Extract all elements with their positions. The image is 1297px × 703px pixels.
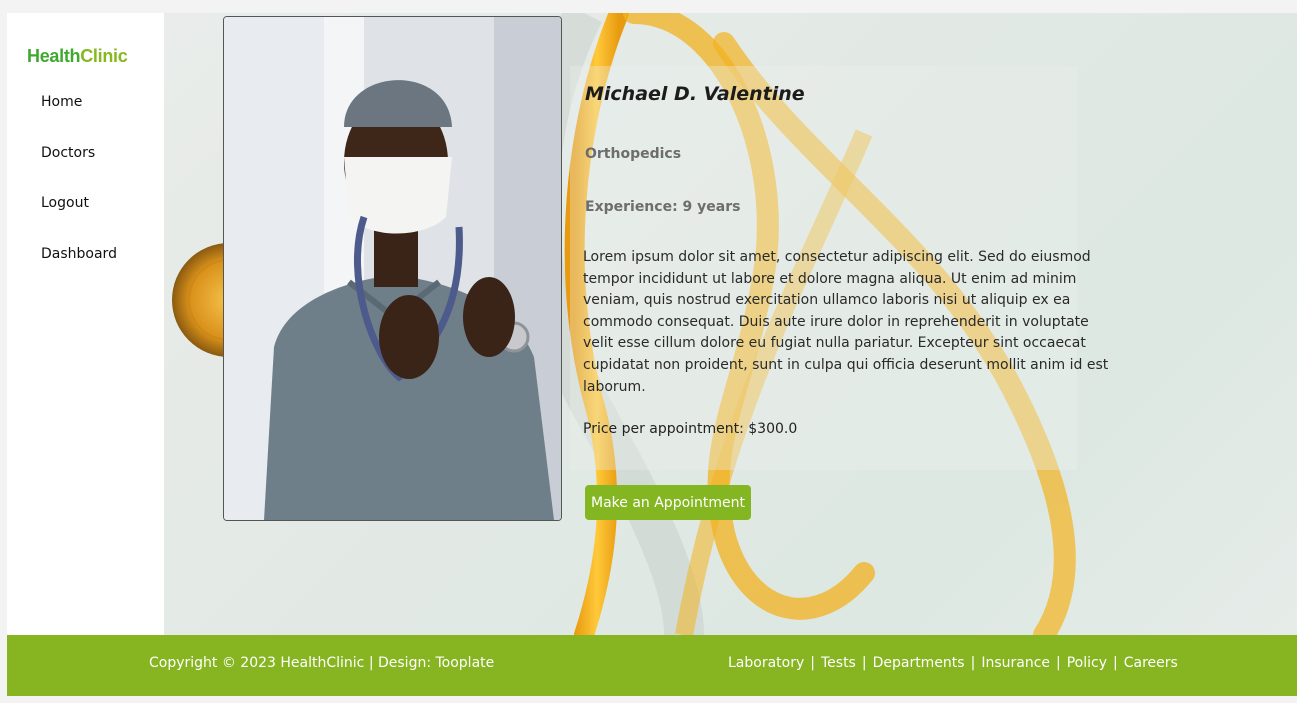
brand-logo[interactable]: HealthClinic [27,46,128,67]
sidebar: HealthClinic Home Doctors Logout Dashboa… [7,13,164,635]
doctor-description: Lorem ipsum dolor sit amet, consectetur … [583,249,1109,395]
doctor-name: Michael D. Valentine [585,83,805,105]
doctor-photo [223,16,562,521]
nav-logout[interactable]: Logout [41,194,117,245]
brand-part-clinic: Clinic [80,46,128,66]
nav-doctors[interactable]: Doctors [41,144,117,195]
page-frame: HealthClinic Home Doctors Logout Dashboa… [7,13,1297,696]
footer-link-laboratory[interactable]: Laboratory [728,655,804,671]
footer-link-insurance[interactable]: Insurance [981,655,1050,671]
nav-dashboard[interactable]: Dashboard [41,245,117,296]
appointment-price: Price per appointment: $300.0 [583,421,798,437]
footer-links: Laboratory | Tests | Departments | Insurance | P… [728,655,1178,671]
footer-link-careers[interactable]: Careers [1124,655,1178,671]
footer-link-departments[interactable]: Departments [873,655,965,671]
footer: Copyright © 2023 HealthClinic | Design: … [7,635,1297,696]
footer-link-policy[interactable]: Policy [1067,655,1107,671]
footer-copyright: Copyright © 2023 HealthClinic | Design: … [149,655,495,671]
doctor-experience: Experience: 9 years [585,199,741,215]
doctor-specialty: Orthopedics [585,146,682,162]
main-nav: Home Doctors Logout Dashboard [41,93,117,296]
brand-part-health: Health [27,46,81,66]
make-appointment-button[interactable]: Make an Appointment [585,485,751,520]
nav-home[interactable]: Home [41,93,117,144]
footer-link-tests[interactable]: Tests [821,655,856,671]
